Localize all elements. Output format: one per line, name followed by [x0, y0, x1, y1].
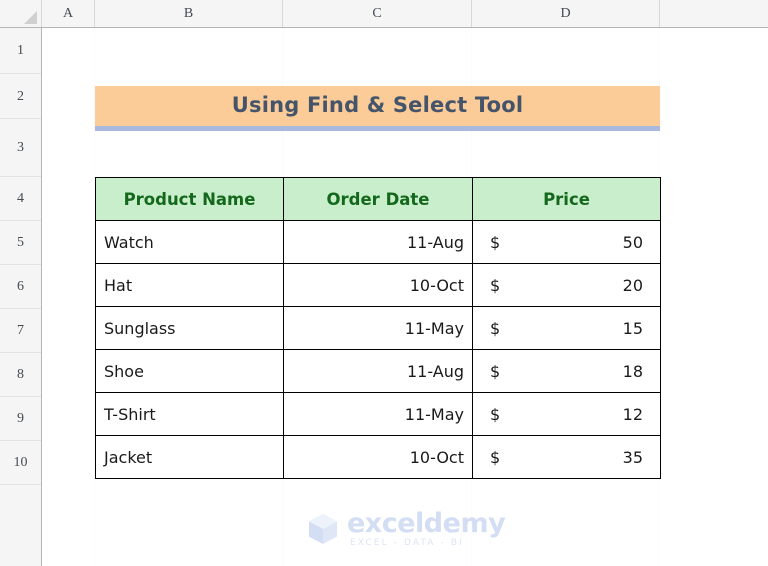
cell-price[interactable]: $15 — [472, 306, 661, 350]
exceldemy-watermark: exceldemy EXCEL - DATA - BI — [305, 508, 506, 548]
cell-price[interactable]: $12 — [472, 392, 661, 436]
price-value-wrapper: $12 — [481, 393, 652, 435]
row-header-8[interactable]: 8 — [0, 353, 41, 397]
column-header-bar: A B C D — [0, 0, 768, 28]
price-value-wrapper: $20 — [481, 264, 652, 306]
row-header-3[interactable]: 3 — [0, 119, 41, 177]
currency-symbol: $ — [490, 318, 501, 338]
cell-order-date[interactable]: 10-Oct — [283, 435, 473, 479]
currency-symbol: $ — [490, 361, 501, 381]
row-header-6[interactable]: 6 — [0, 265, 41, 309]
page-title: Using Find & Select Tool — [231, 93, 524, 117]
table-row: Jacket 10-Oct $35 — [95, 435, 661, 479]
currency-symbol: $ — [490, 447, 501, 467]
row-header-2[interactable]: 2 — [0, 74, 41, 119]
column-header-e[interactable] — [660, 0, 768, 27]
cell-product-name[interactable]: Jacket — [95, 435, 284, 479]
column-header-order-date: Order Date — [283, 177, 473, 221]
table-row: Watch 11-Aug $50 — [95, 220, 661, 264]
price-amount: 12 — [622, 404, 643, 424]
currency-symbol: $ — [490, 232, 501, 252]
row-header-bar: 1 2 3 4 5 6 7 8 9 10 — [0, 28, 42, 566]
cell-product-name[interactable]: Sunglass — [95, 306, 284, 350]
price-value-wrapper: $50 — [481, 221, 652, 263]
title-banner: Using Find & Select Tool — [95, 86, 660, 131]
cell-product-name[interactable]: T-Shirt — [95, 392, 284, 436]
row-header-4[interactable]: 4 — [0, 177, 41, 221]
price-value-wrapper: $18 — [481, 350, 652, 392]
watermark-text: exceldemy EXCEL - DATA - BI — [347, 508, 506, 548]
price-amount: 20 — [622, 275, 643, 295]
currency-symbol: $ — [490, 404, 501, 424]
price-amount: 35 — [622, 447, 643, 467]
column-header-a[interactable]: A — [42, 0, 95, 27]
table-row: Shoe 11-Aug $18 — [95, 349, 661, 393]
cell-product-name[interactable]: Hat — [95, 263, 284, 307]
exceldemy-logo-icon — [305, 511, 341, 547]
row-header-10[interactable]: 10 — [0, 441, 41, 485]
currency-symbol: $ — [490, 275, 501, 295]
row-header-5[interactable]: 5 — [0, 221, 41, 265]
cell-price[interactable]: $18 — [472, 349, 661, 393]
cell-order-date[interactable]: 11-May — [283, 306, 473, 350]
table-header-row: Product Name Order Date Price — [95, 177, 661, 221]
row-header-1[interactable]: 1 — [0, 28, 41, 74]
spreadsheet-grid: A B C D 1 2 3 4 5 6 7 8 9 10 Using Find … — [0, 0, 768, 566]
cell-price[interactable]: $50 — [472, 220, 661, 264]
price-amount: 50 — [622, 232, 643, 252]
column-header-price: Price — [472, 177, 661, 221]
price-amount: 18 — [622, 361, 643, 381]
price-value-wrapper: $15 — [481, 307, 652, 349]
table-row: Hat 10-Oct $20 — [95, 263, 661, 307]
cell-product-name[interactable]: Watch — [95, 220, 284, 264]
table-row: T-Shirt 11-May $12 — [95, 392, 661, 436]
cell-product-name[interactable]: Shoe — [95, 349, 284, 393]
price-amount: 15 — [622, 318, 643, 338]
price-value-wrapper: $35 — [481, 436, 652, 478]
cell-price[interactable]: $35 — [472, 435, 661, 479]
column-header-c[interactable]: C — [283, 0, 472, 27]
select-all-button[interactable] — [0, 0, 42, 27]
cell-order-date[interactable]: 11-Aug — [283, 220, 473, 264]
watermark-name: exceldemy — [347, 508, 506, 539]
table-row: Sunglass 11-May $15 — [95, 306, 661, 350]
cell-order-date[interactable]: 10-Oct — [283, 263, 473, 307]
cell-price[interactable]: $20 — [472, 263, 661, 307]
cell-order-date[interactable]: 11-May — [283, 392, 473, 436]
select-all-triangle-icon — [24, 11, 37, 24]
column-header-d[interactable]: D — [472, 0, 660, 27]
watermark-tagline: EXCEL - DATA - BI — [350, 538, 464, 548]
product-table: Product Name Order Date Price Watch 11-Au… — [95, 177, 661, 479]
row-header-9[interactable]: 9 — [0, 397, 41, 441]
cell-order-date[interactable]: 11-Aug — [283, 349, 473, 393]
column-header-product-name: Product Name — [95, 177, 284, 221]
column-header-b[interactable]: B — [95, 0, 283, 27]
row-header-7[interactable]: 7 — [0, 309, 41, 353]
